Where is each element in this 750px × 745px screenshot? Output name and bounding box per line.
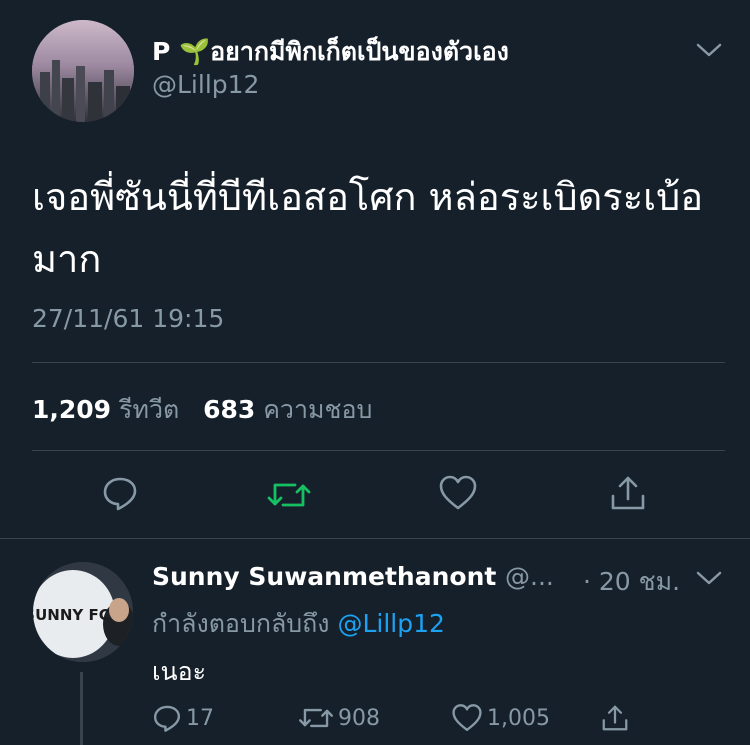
author-name[interactable]: P 🌱อยากมีพิกเก็ตเป็นของตัวเอง (152, 32, 509, 72)
reply-icon (153, 705, 181, 732)
thread-line (80, 672, 83, 745)
reply-author-avatar[interactable]: SUNNY FC (33, 562, 133, 662)
share-icon (602, 705, 628, 731)
replying-prefix: กำลังตอบกลับถึง (152, 609, 330, 638)
avatar-logo-text: SUNNY FC (33, 606, 110, 624)
retweet-count[interactable]: 1,209 (32, 395, 111, 424)
reply-like-count: 1,005 (487, 705, 550, 731)
reply-time[interactable]: · 20 ชม. (583, 562, 680, 602)
reply-retweet-count: 908 (338, 705, 380, 731)
tweet-timestamp[interactable]: 27/11/61 19:15 (32, 304, 224, 333)
reply-author[interactable]: Sunny Suwanmethanont @... (152, 562, 554, 591)
chevron-down-icon[interactable] (694, 568, 724, 592)
like-label[interactable]: ความชอบ (263, 395, 372, 424)
like-icon (452, 704, 482, 732)
retweet-label[interactable]: รีทวีต (119, 395, 179, 424)
divider (32, 450, 725, 451)
retweet-button[interactable] (266, 472, 312, 518)
reply-author-name[interactable]: Sunny Suwanmethanont (152, 562, 496, 591)
replying-mention-link[interactable]: @Lillp12 (337, 609, 444, 638)
retweet-icon (267, 483, 311, 507)
reply-share-button[interactable] (600, 703, 630, 733)
author-avatar[interactable] (32, 20, 134, 122)
tweet-stats: 1,209 รีทวีต 683 ความชอบ (32, 390, 372, 430)
like-icon (439, 475, 477, 510)
reply-like-button[interactable]: 1,005 (451, 703, 550, 733)
share-icon (611, 476, 645, 510)
reply-reply-count: 17 (186, 705, 214, 731)
share-button[interactable] (605, 470, 651, 516)
divider (32, 362, 725, 363)
reply-retweet-button[interactable]: 908 (298, 703, 380, 733)
divider (0, 538, 750, 539)
author-handle[interactable]: @Lillp12 (152, 70, 259, 99)
chevron-down-icon[interactable] (694, 40, 724, 64)
like-button[interactable] (435, 470, 481, 516)
retweet-icon (299, 708, 333, 728)
reply-author-handle[interactable]: @... (505, 562, 554, 591)
replying-to: กำลังตอบกลับถึง @Lillp12 (152, 604, 445, 644)
reply-button[interactable] (97, 470, 143, 516)
tweet-text: เจอพี่ซันนี่ที่บีทีเอสอโศก หล่อระเบิดระเ… (32, 175, 704, 281)
reply-text: เนอะ (152, 657, 207, 686)
like-count[interactable]: 683 (203, 395, 255, 424)
reply-icon (103, 477, 137, 511)
reply-reply-button[interactable]: 17 (152, 703, 214, 733)
